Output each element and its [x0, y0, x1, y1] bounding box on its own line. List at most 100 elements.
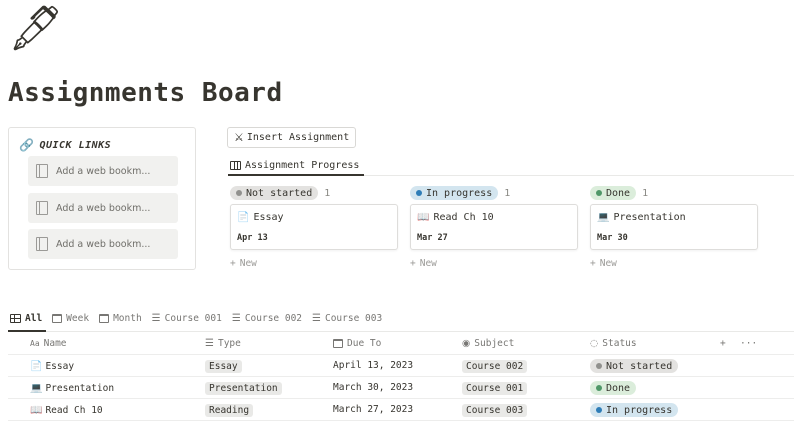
board-view-icon	[230, 160, 241, 170]
new-card-button[interactable]: + New	[410, 258, 578, 269]
laptop-icon: 💻	[597, 212, 610, 223]
card-title-text: Essay	[253, 212, 284, 223]
tab-label: Course 001	[164, 313, 222, 324]
new-card-button[interactable]: + New	[590, 258, 758, 269]
plus-icon: +	[410, 258, 416, 269]
header-label: Name	[43, 338, 67, 349]
status-label: In progress	[606, 404, 673, 416]
subject-cell[interactable]: Course 003	[462, 402, 528, 418]
tab-course-002[interactable]: ☰ Course 002	[232, 313, 302, 324]
insert-assignment-button[interactable]: ⚔ Insert Assignment	[227, 127, 357, 148]
status-cell[interactable]: In progress	[590, 402, 679, 418]
due-date: April 13, 2023	[333, 359, 414, 371]
row-divider	[8, 420, 794, 421]
subject-cell[interactable]: Course 001	[462, 380, 528, 396]
calendar-icon	[52, 314, 63, 323]
column-header-due[interactable]: Due To	[333, 338, 381, 349]
column-header-name[interactable]: Aa Name	[30, 338, 67, 349]
type-tag: Essay	[205, 359, 242, 373]
column-header-status[interactable]: ◌ Status	[590, 338, 637, 349]
status-pill: In progress	[590, 403, 679, 417]
column-header-type[interactable]: ☰ Type	[205, 338, 241, 349]
status-pill[interactable]: Done	[590, 186, 637, 200]
table-row-name[interactable]: 📖 Read Ch 10	[30, 402, 103, 418]
card-title-text: Presentation	[613, 212, 686, 223]
status-pill[interactable]: Not started	[230, 186, 319, 200]
status-cell[interactable]: Not started	[590, 358, 679, 374]
board-card-presentation[interactable]: 💻 Presentation Mar 30	[590, 204, 758, 250]
active-tab-indicator	[228, 174, 364, 176]
status-label: Not started	[246, 187, 313, 199]
page-facing-up-icon: 📄	[237, 212, 250, 223]
type-cell[interactable]: Presentation	[205, 380, 282, 396]
tab-all[interactable]: All	[10, 313, 42, 324]
new-card-button[interactable]: + New	[230, 258, 398, 269]
bookmark-label: Add a web bookm...	[56, 238, 151, 250]
due-date: March 27, 2023	[333, 403, 414, 415]
card-date: Mar 27	[417, 233, 448, 243]
subject-tag: Course 001	[462, 381, 528, 395]
status-pill[interactable]: In progress	[410, 186, 499, 200]
new-label: New	[599, 258, 617, 269]
table-row-name[interactable]: 📄 Essay	[30, 358, 74, 374]
board-column-done: Done 1 💻 Presentation Mar 30 + New	[590, 185, 758, 269]
status-label: In progress	[426, 187, 493, 199]
subject-tag: Course 002	[462, 359, 528, 373]
card-title: 💻 Presentation	[597, 212, 751, 223]
insert-assignment-label: Insert Assignment	[246, 132, 350, 143]
tab-week[interactable]: Week	[52, 313, 89, 324]
due-date-cell[interactable]: April 13, 2023	[333, 357, 413, 373]
column-header: In progress 1	[410, 185, 578, 201]
status-dot-icon	[596, 407, 602, 413]
table-icon	[10, 314, 21, 323]
column-header-subject[interactable]: ◉ Subject	[462, 338, 514, 349]
web-bookmark-placeholder[interactable]: Add a web bookm...	[28, 229, 178, 259]
text-property-icon: Aa	[30, 339, 40, 348]
card-title: 📖 Read Ch 10	[417, 212, 571, 223]
type-tag: Presentation	[205, 381, 282, 395]
due-date-cell[interactable]: March 27, 2023	[333, 401, 413, 417]
header-label: Subject	[474, 338, 515, 349]
tab-month[interactable]: Month	[99, 313, 142, 324]
card-date: Apr 13	[237, 233, 268, 243]
status-cell[interactable]: Done	[590, 380, 637, 396]
header-label: Status	[602, 338, 637, 349]
web-bookmark-placeholder[interactable]: Add a web bookm...	[28, 156, 178, 186]
page-icon-fountain-pen[interactable]: 🖋	[8, 4, 64, 54]
status-dot-icon	[596, 363, 602, 369]
calendar-icon	[333, 339, 343, 348]
board-column-in-progress: In progress 1 📖 Read Ch 10 Mar 27 + New	[410, 185, 578, 269]
header-label: Due To	[347, 338, 382, 349]
table-row-name[interactable]: 💻 Presentation	[30, 380, 114, 396]
web-bookmark-placeholder[interactable]: Add a web bookm...	[28, 193, 178, 223]
due-date-cell[interactable]: March 30, 2023	[333, 379, 413, 395]
tab-course-001[interactable]: ☰ Course 001	[152, 313, 222, 324]
list-icon: ☰	[231, 313, 241, 324]
table-view-tabs: All Week Month ☰ Course 001 ☰ Course 002…	[10, 313, 382, 324]
subject-tag: Course 003	[462, 403, 528, 417]
quick-links-heading: 🔗 QUICK LINKS	[19, 138, 111, 152]
board-card-read-ch-10[interactable]: 📖 Read Ch 10 Mar 27	[410, 204, 578, 250]
open-book-icon: 📖	[30, 404, 43, 416]
tab-assignment-progress[interactable]: Assignment Progress	[230, 155, 359, 175]
tab-course-003[interactable]: ☰ Course 003	[312, 313, 382, 324]
status-dot-icon	[596, 385, 602, 391]
page-title: Assignments Board	[8, 78, 283, 108]
subject-cell[interactable]: Course 002	[462, 358, 528, 374]
list-icon: ☰	[205, 338, 214, 349]
status-dot-icon	[236, 190, 242, 196]
add-property-button[interactable]: +	[720, 338, 726, 349]
board-column-not-started: Not started 1 📄 Essay Apr 13 + New	[230, 185, 398, 269]
tab-label: Assignment Progress	[245, 159, 360, 171]
active-tab-indicator	[8, 330, 46, 332]
type-cell[interactable]: Essay	[205, 358, 242, 374]
tab-label: Course 003	[324, 313, 383, 324]
status-property-icon: ◌	[590, 338, 599, 349]
status-label: Not started	[606, 360, 673, 372]
type-cell[interactable]: Reading	[205, 402, 254, 418]
more-options-icon[interactable]: ···	[740, 338, 757, 349]
board-card-essay[interactable]: 📄 Essay Apr 13	[230, 204, 398, 250]
status-pill: Not started	[590, 359, 679, 373]
header-label: Type	[217, 338, 241, 349]
status-label: Done	[606, 382, 631, 394]
